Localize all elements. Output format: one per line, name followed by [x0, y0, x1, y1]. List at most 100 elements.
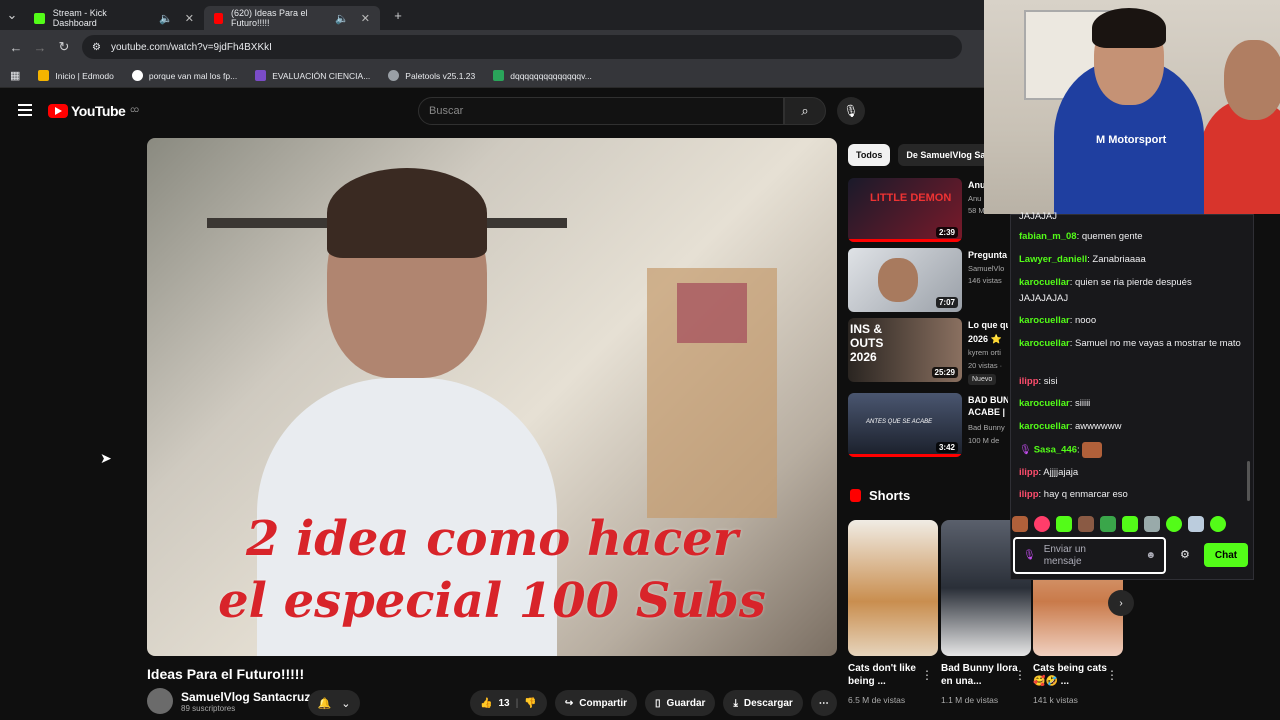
recommended-video[interactable]: LITTLE DEMON 2:39 Anu Anu 58 M de	[848, 178, 998, 242]
shorts-icon	[850, 489, 861, 502]
chat-username[interactable]: karocuellar	[1019, 398, 1070, 409]
emote-icon[interactable]	[1210, 516, 1226, 532]
more-options-icon[interactable]: ⋮	[1014, 668, 1026, 682]
emote-icon[interactable]	[1144, 516, 1160, 532]
thumbs-down-icon[interactable]: 👎	[524, 698, 536, 709]
chat-message: karocuellar: nooo	[1019, 313, 1243, 329]
chat-text: : Samuel no me vayas a mostrar te mato	[1069, 338, 1241, 349]
bookmark-item[interactable]: Inicio | Edmodo	[38, 70, 114, 81]
tab-close-icon[interactable]: ✕	[361, 12, 370, 25]
chat-username[interactable]: karocuellar	[1019, 338, 1070, 349]
speaker-icon[interactable]: 🔈	[335, 12, 349, 25]
mic-badge-icon: 🎙	[1019, 444, 1032, 456]
youtube-play-icon	[48, 104, 68, 118]
forward-icon[interactable]: →	[28, 40, 52, 55]
chat-text: : nooo	[1069, 315, 1097, 326]
google-icon	[131, 70, 143, 81]
chat-input-placeholder: Enviar un mensaje	[1043, 543, 1086, 567]
youtube-icon	[214, 12, 223, 24]
reload-icon[interactable]: ↻	[52, 39, 76, 55]
chat-username[interactable]: ilipp	[1019, 467, 1039, 478]
youtube-logo[interactable]: YouTube CO	[48, 103, 139, 119]
bookmark-item[interactable]: porque van mal los fp...	[131, 70, 237, 81]
send-chat-button[interactable]: Chat	[1204, 543, 1248, 567]
chat-username[interactable]: karocuellar	[1019, 315, 1070, 326]
chat-username[interactable]: Lawyer_daniell	[1019, 254, 1087, 265]
emote-icon[interactable]	[1100, 516, 1116, 532]
site-info-icon[interactable]: ⚙	[92, 42, 101, 53]
recommended-views: 20 vistas ·	[968, 361, 1003, 370]
tab-kick-dashboard[interactable]: Stream - Kick Dashboard 🔈 ✕	[24, 6, 204, 30]
chat-username[interactable]: ilipp	[1019, 489, 1039, 500]
tab-youtube-video[interactable]: (620) Ideas Para el Futuro!!!!! 🔈 ✕	[204, 6, 380, 30]
subscription-bell-button[interactable]: 🔔 ⌄	[308, 690, 360, 716]
apps-grid-icon[interactable]: ▦	[10, 69, 20, 82]
emote-icon[interactable]	[1122, 516, 1138, 532]
recommended-video[interactable]: 7:07 Pregunta SamuelVlo 146 vistas	[848, 248, 1007, 312]
tab-search-chevron-icon[interactable]: ⌄	[0, 7, 24, 23]
microphone-icon[interactable]: 🎙	[837, 97, 865, 125]
channel-name[interactable]: SamuelVlog Santacruz	[181, 690, 310, 704]
emote-icon[interactable]	[1188, 516, 1204, 532]
chat-username[interactable]: ilipp	[1019, 376, 1039, 387]
menu-icon[interactable]	[18, 104, 32, 119]
share-button[interactable]: ↪ Compartir	[554, 690, 638, 716]
mouse-cursor-icon: ➤	[100, 450, 112, 466]
recommended-video[interactable]: ANTES QUE SE ACABE 3:42 BAD BUN ACABE | …	[848, 393, 1008, 457]
chat-username[interactable]: karocuellar	[1019, 421, 1070, 432]
search-input[interactable]: Buscar	[418, 97, 784, 125]
emote-icon[interactable]	[1078, 516, 1094, 532]
chat-text: JAJAJAJ	[1019, 211, 1058, 222]
short-title[interactable]: Cats being cats 🥰🤣 ...	[1033, 662, 1111, 688]
tab-label: (620) Ideas Para el Futuro!!!!!	[230, 8, 308, 28]
chevron-right-icon[interactable]: ›	[1108, 590, 1134, 616]
save-button[interactable]: ▯ Guardar	[645, 690, 716, 716]
back-icon[interactable]: ←	[4, 40, 28, 55]
more-options-icon[interactable]: ⋮	[921, 668, 933, 682]
address-bar[interactable]: ⚙ youtube.com/watch?v=9jdFh4BXKkI	[82, 35, 962, 59]
emote-icon[interactable]	[1166, 516, 1182, 532]
new-tab-icon[interactable]: +	[386, 8, 410, 23]
chat-message-input[interactable]: 🎙 Enviar un mensaje ☻	[1013, 537, 1166, 574]
thumbnail-art: LITTLE DEMON	[870, 192, 952, 204]
chat-scrollbar[interactable]	[1247, 461, 1250, 501]
edmodo-icon	[38, 70, 50, 81]
microphone-icon[interactable]: 🎙	[1023, 550, 1036, 562]
browser-tab-bar: ⌄ Stream - Kick Dashboard 🔈 ✕ (620) Idea…	[0, 0, 984, 30]
video-player[interactable]: 2 idea como hacer el especial 100 Subs	[147, 138, 837, 656]
emoji-icon[interactable]: ☻	[1145, 550, 1156, 562]
chat-message: fabian_m_08: quemen gente	[1019, 229, 1243, 245]
bookmark-item[interactable]: Paletools v25.1.23	[388, 70, 475, 81]
chat-username[interactable]: Sasa_446	[1034, 445, 1077, 456]
emote-icon[interactable]	[1012, 516, 1028, 532]
search-icon[interactable]: ⌕	[784, 97, 826, 125]
gear-icon[interactable]: ⚙	[1180, 548, 1190, 561]
bookmark-item[interactable]: dqqqqqqqqqqqqqqv...	[493, 70, 592, 81]
avatar[interactable]	[147, 688, 173, 714]
recommended-views: 146 vistas	[968, 276, 1002, 285]
country-code: CO	[130, 108, 139, 114]
emote-icon[interactable]	[1056, 516, 1072, 532]
short-title[interactable]: Cats don't like being ...	[848, 662, 926, 688]
bookmark-icon: ▯	[655, 697, 661, 709]
related-filters: Todos De SamuelVlog Sa	[848, 144, 994, 166]
filter-chip-channel[interactable]: De SamuelVlog Sa	[898, 144, 994, 166]
short-title[interactable]: Bad Bunny llora en una...	[941, 662, 1019, 688]
chat-username[interactable]: fabian_m_08	[1019, 231, 1077, 242]
filter-chip-all[interactable]: Todos	[848, 144, 891, 166]
download-button[interactable]: ⤓ Descargar	[723, 690, 803, 716]
bookmark-item[interactable]: EVALUACIÓN CIENCIA...	[255, 70, 370, 81]
short-thumbnail[interactable]	[848, 520, 938, 656]
tab-close-icon[interactable]: ✕	[185, 12, 194, 25]
more-actions-button[interactable]: ⋯	[810, 690, 837, 716]
save-label: Guardar	[666, 697, 706, 709]
chat-username[interactable]: karocuellar	[1019, 277, 1070, 288]
emote-icon[interactable]	[1034, 516, 1050, 532]
video-duration: 7:07	[935, 297, 958, 308]
speaker-icon[interactable]: 🔈	[159, 12, 173, 25]
like-button[interactable]: 👍 13 | 👎	[470, 690, 547, 716]
recommended-video[interactable]: INS & OUTS 2026 25:29 Lo que qu 2026 ⭐ k…	[848, 318, 1008, 385]
bookmarks-bar: ▦ Inicio | Edmodo porque van mal los fp.…	[0, 64, 984, 88]
more-options-icon[interactable]: ⋮	[1106, 668, 1118, 682]
globe-icon	[388, 70, 400, 81]
